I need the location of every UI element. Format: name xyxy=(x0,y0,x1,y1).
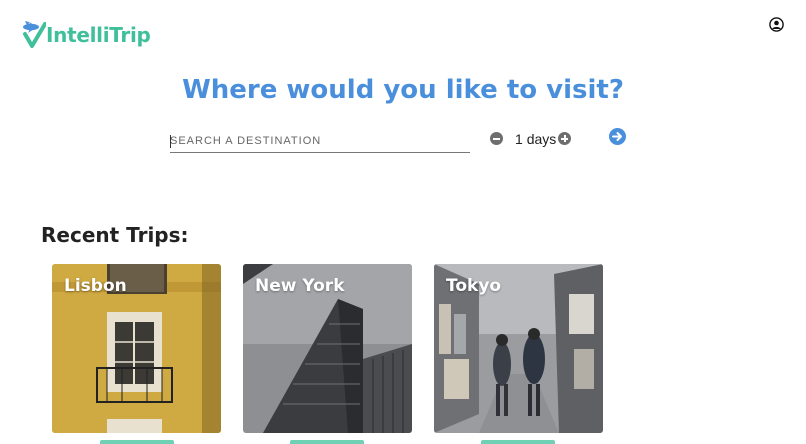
recent-trips-heading: Recent Trips: xyxy=(41,223,189,247)
trip-card-lisbon[interactable]: Lisbon xyxy=(52,264,221,433)
duration-display: 1 days xyxy=(515,131,556,147)
user-circle-icon[interactable] xyxy=(769,17,784,32)
trip-card-label: Lisbon xyxy=(64,276,127,296)
trip-card-label: Tokyo xyxy=(446,276,502,296)
duration-value: 1 xyxy=(515,130,523,147)
trip-card-tokyo[interactable]: Tokyo xyxy=(434,264,603,433)
duration-stepper: 1 days xyxy=(490,130,572,147)
minus-circle-icon[interactable] xyxy=(490,132,503,145)
card-tab xyxy=(290,440,364,444)
page-title: Where would you like to visit? xyxy=(182,75,624,105)
card-tab xyxy=(481,440,555,444)
trip-card-label: New York xyxy=(255,276,345,296)
card-tab xyxy=(100,440,174,444)
plus-circle-icon[interactable] xyxy=(558,132,572,145)
search-field[interactable] xyxy=(170,130,470,153)
airplane-check-icon xyxy=(22,20,47,50)
text-caret xyxy=(170,135,171,148)
arrow-right-circle-icon[interactable] xyxy=(609,128,626,145)
destination-search-input[interactable] xyxy=(170,130,470,152)
logo[interactable]: IntelliTrip xyxy=(22,20,151,50)
trip-card-new-york[interactable]: New York xyxy=(243,264,412,433)
duration-unit: days xyxy=(526,130,557,147)
app-name: IntelliTrip xyxy=(46,23,151,47)
top-bar: IntelliTrip xyxy=(0,0,806,60)
